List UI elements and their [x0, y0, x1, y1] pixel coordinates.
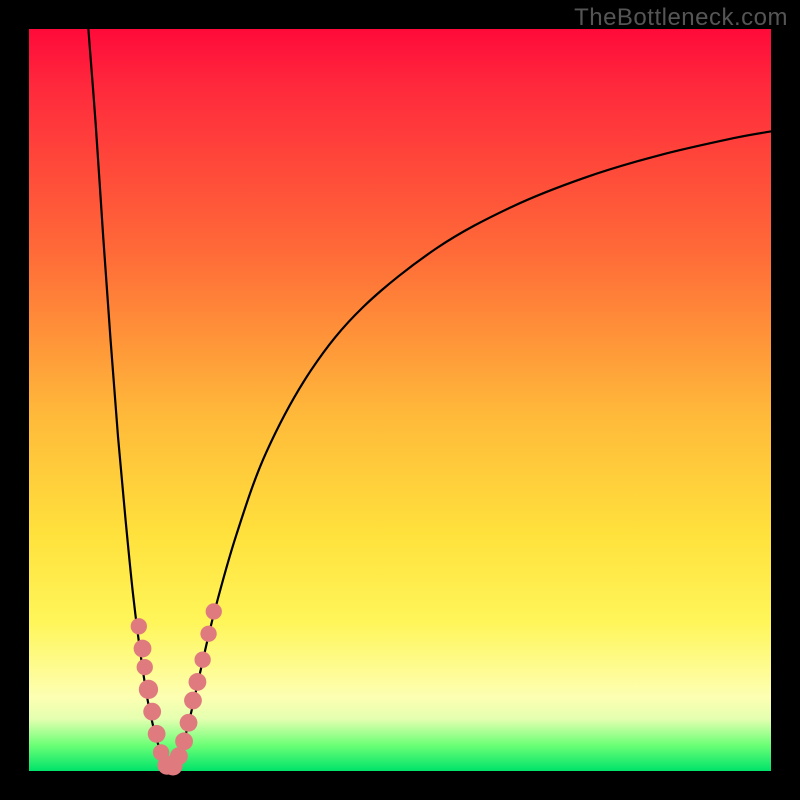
watermark-text: TheBottleneck.com: [574, 4, 788, 32]
outer-frame: TheBottleneck.com: [0, 0, 800, 800]
plot-area: [29, 29, 771, 771]
